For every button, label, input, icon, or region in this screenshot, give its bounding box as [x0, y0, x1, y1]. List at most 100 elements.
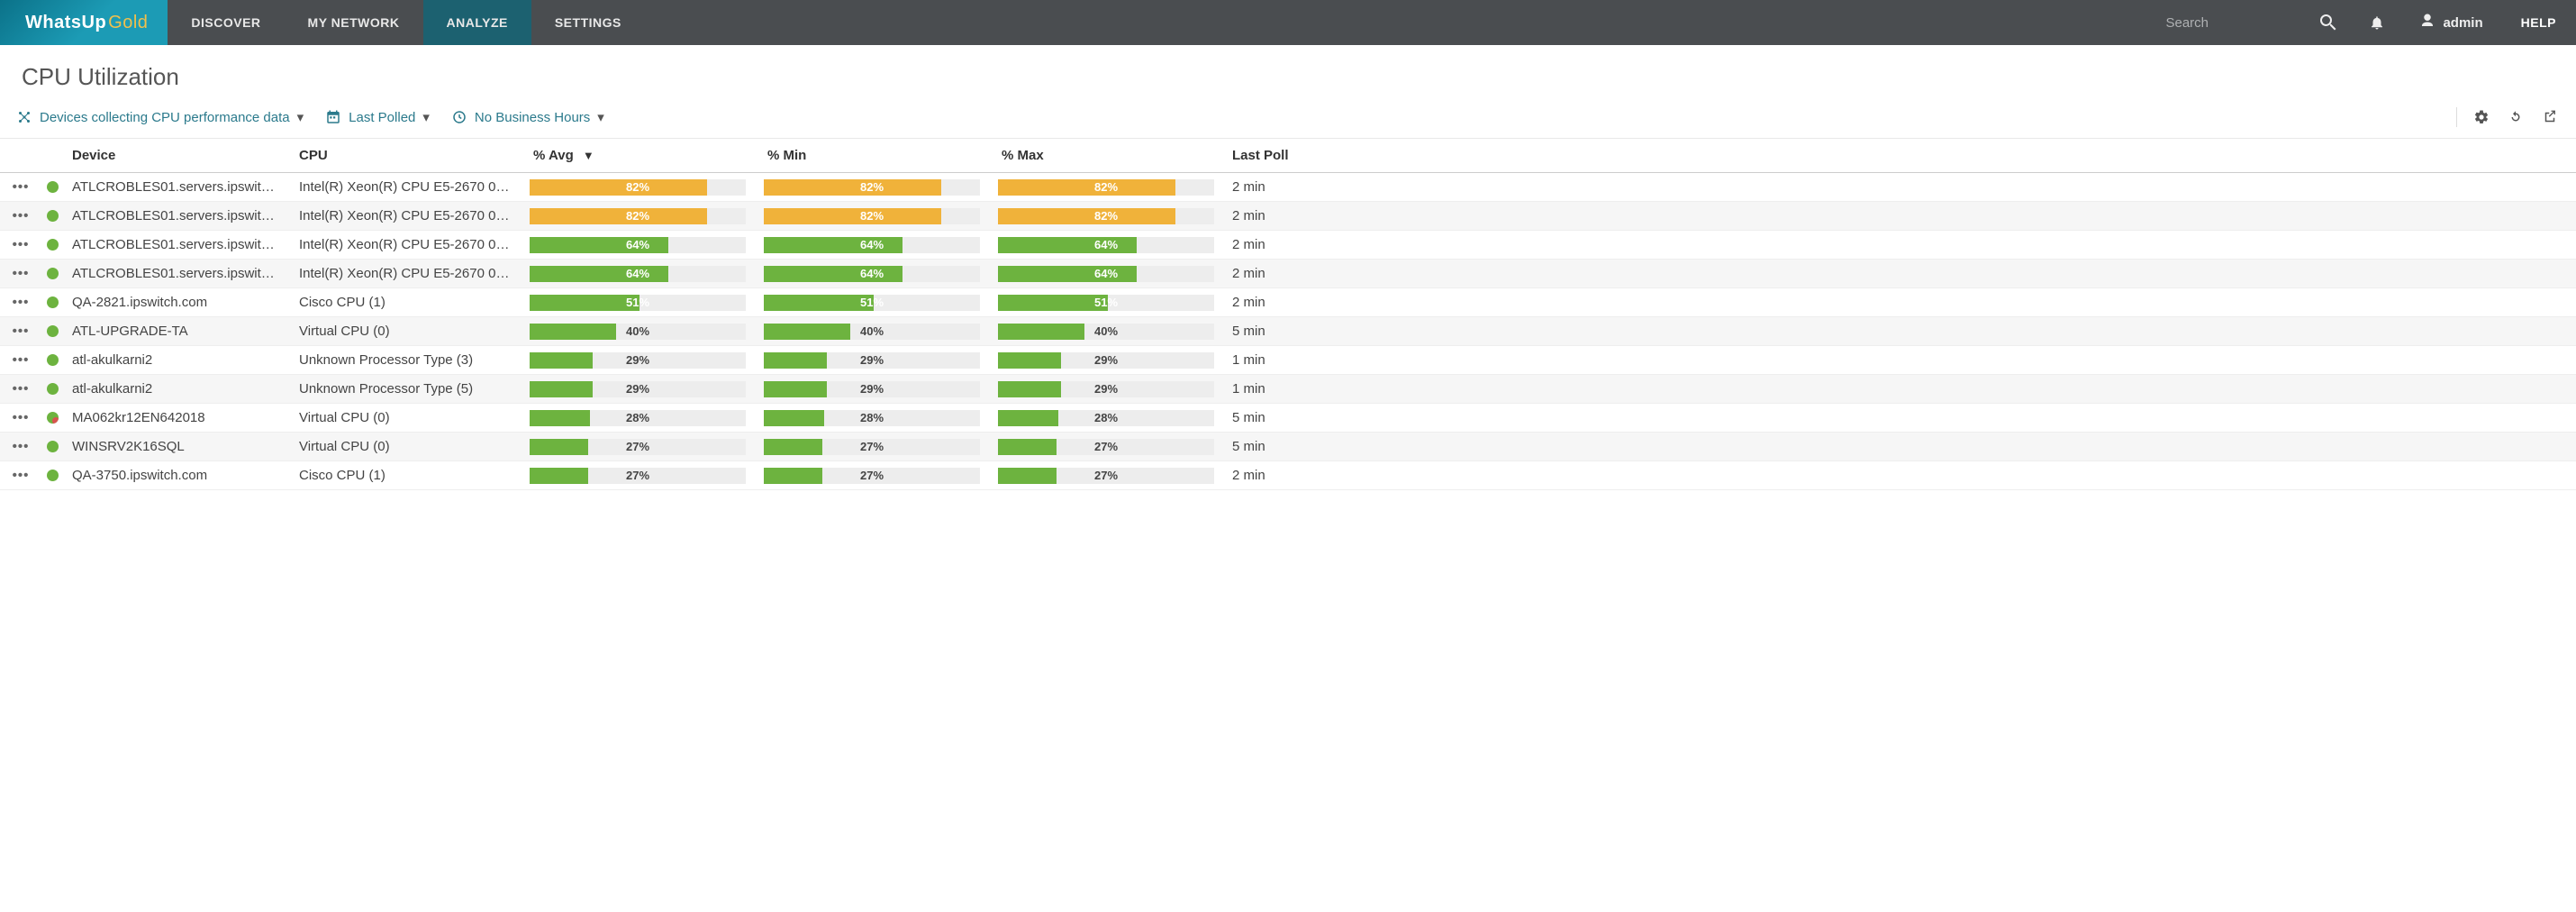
- device-name[interactable]: atl-akulkarni2: [63, 381, 290, 397]
- table-row[interactable]: •••ATLCROBLES01.servers.ipswitch....Inte…: [0, 231, 2576, 260]
- table-row[interactable]: •••atl-akulkarni2Unknown Processor Type …: [0, 375, 2576, 404]
- status-dot: [47, 383, 59, 395]
- table-row[interactable]: •••ATL-UPGRADE-TAVirtual CPU (0)40%40%40…: [0, 317, 2576, 346]
- table-row[interactable]: •••WINSRV2K16SQLVirtual CPU (0)27%27%27%…: [0, 433, 2576, 461]
- table-row[interactable]: •••ATLCROBLES01.servers.ipswitch....Inte…: [0, 173, 2576, 202]
- percent-value: 40%: [998, 324, 1214, 340]
- table-row[interactable]: •••atl-akulkarni2Unknown Processor Type …: [0, 346, 2576, 375]
- nav-item-analyze[interactable]: ANALYZE: [423, 0, 531, 45]
- percent-value: 51%: [764, 295, 980, 311]
- percent-value: 28%: [998, 410, 1214, 426]
- search-input[interactable]: [2165, 15, 2291, 31]
- filter-devices[interactable]: Devices collecting CPU performance data …: [16, 109, 304, 125]
- row-actions-icon[interactable]: •••: [0, 468, 41, 483]
- device-name[interactable]: atl-akulkarni2: [63, 352, 290, 368]
- row-actions-icon[interactable]: •••: [0, 352, 41, 368]
- row-actions-icon[interactable]: •••: [0, 381, 41, 397]
- percent-value: 40%: [530, 324, 746, 340]
- percent-value: 27%: [764, 468, 980, 484]
- help-link[interactable]: HELP: [2501, 0, 2576, 45]
- col-avg[interactable]: % Avg ▼: [521, 148, 755, 163]
- grid-header: Device CPU % Avg ▼ % Min % Max Last Poll: [0, 139, 2576, 173]
- nav-item-my-network[interactable]: MY NETWORK: [285, 0, 423, 45]
- row-actions-icon[interactable]: •••: [0, 179, 41, 195]
- last-poll: 2 min: [1223, 266, 2576, 281]
- filter-devices-label: Devices collecting CPU performance data: [40, 110, 290, 125]
- percent-bar: 27%: [989, 439, 1223, 455]
- percent-bar: 29%: [989, 381, 1223, 397]
- percent-value: 51%: [998, 295, 1214, 311]
- percent-value: 82%: [764, 179, 980, 196]
- product-logo[interactable]: WhatsUp Gold: [0, 0, 168, 45]
- device-name[interactable]: ATLCROBLES01.servers.ipswitch....: [63, 266, 290, 281]
- device-name[interactable]: ATLCROBLES01.servers.ipswitch....: [63, 237, 290, 252]
- filter-last-polled[interactable]: Last Polled ▾: [325, 109, 430, 125]
- export-icon[interactable]: [2540, 107, 2560, 127]
- filter-business-hours[interactable]: No Business Hours ▾: [451, 109, 604, 125]
- table-row[interactable]: •••QA-2821.ipswitch.comCisco CPU (1)51%5…: [0, 288, 2576, 317]
- devices-icon: [16, 109, 32, 125]
- bell-icon[interactable]: [2353, 0, 2401, 45]
- logo-text-main: WhatsUp: [25, 13, 106, 33]
- cpu-name: Intel(R) Xeon(R) CPU E5-2670 0 @ 2.6...: [290, 208, 521, 223]
- percent-bar: 82%: [521, 208, 755, 224]
- filter-hours-label: No Business Hours: [475, 110, 590, 125]
- percent-bar: 29%: [989, 352, 1223, 369]
- percent-value: 27%: [998, 439, 1214, 455]
- global-search[interactable]: [2153, 0, 2304, 45]
- row-actions-icon[interactable]: •••: [0, 237, 41, 252]
- table-row[interactable]: •••QA-3750.ipswitch.comCisco CPU (1)27%2…: [0, 461, 2576, 490]
- device-name[interactable]: QA-3750.ipswitch.com: [63, 468, 290, 483]
- last-poll: 5 min: [1223, 324, 2576, 339]
- table-row[interactable]: ••• ATLCROBLES01.servers.ipswitch....Inte…: [0, 202, 2576, 231]
- device-name[interactable]: ATLCROBLES01.servers.ipswitch....: [63, 208, 290, 223]
- percent-value: 27%: [764, 439, 980, 455]
- user-menu[interactable]: admin: [2401, 0, 2500, 45]
- device-name[interactable]: ATLCROBLES01.servers.ipswitch....: [63, 179, 290, 195]
- last-poll: 2 min: [1223, 295, 2576, 310]
- percent-bar: 51%: [989, 295, 1223, 311]
- device-name[interactable]: QA-2821.ipswitch.com: [63, 295, 290, 310]
- nav-item-discover[interactable]: DISCOVER: [168, 0, 284, 45]
- row-actions-icon[interactable]: •••: [0, 439, 41, 454]
- percent-value: 64%: [764, 266, 980, 282]
- topbar: WhatsUp Gold DISCOVERMY NETWORKANALYZESE…: [0, 0, 2576, 45]
- sort-desc-icon: ▼: [583, 149, 594, 162]
- nav-item-settings[interactable]: SETTINGS: [531, 0, 645, 45]
- col-last-poll[interactable]: Last Poll: [1223, 148, 2576, 163]
- refresh-icon[interactable]: [2506, 107, 2526, 127]
- gear-icon[interactable]: [2472, 107, 2491, 127]
- percent-bar: 82%: [755, 179, 989, 196]
- row-actions-icon[interactable]: •••: [0, 324, 41, 339]
- status-dot: [47, 181, 59, 193]
- percent-bar: 64%: [755, 237, 989, 253]
- row-actions-icon[interactable]: •••: [0, 295, 41, 310]
- row-actions-icon[interactable]: •••: [0, 266, 41, 281]
- row-actions-icon[interactable]: •••: [0, 410, 41, 425]
- device-name[interactable]: MA062kr12EN642018: [63, 410, 290, 425]
- search-icon[interactable]: [2304, 0, 2353, 45]
- col-cpu[interactable]: CPU: [290, 148, 521, 163]
- percent-value: 51%: [530, 295, 746, 311]
- percent-value: 64%: [530, 237, 746, 253]
- device-name[interactable]: WINSRV2K16SQL: [63, 439, 290, 454]
- table-row[interactable]: •••ATLCROBLES01.servers.ipswitch....Inte…: [0, 260, 2576, 288]
- cpu-name: Virtual CPU (0): [290, 439, 521, 454]
- percent-bar: 29%: [521, 352, 755, 369]
- user-name: admin: [2443, 15, 2482, 31]
- device-name[interactable]: ATL-UPGRADE-TA: [63, 324, 290, 339]
- calendar-icon: [325, 109, 341, 125]
- col-device[interactable]: Device: [63, 148, 290, 163]
- percent-value: 29%: [764, 381, 980, 397]
- percent-value: 40%: [764, 324, 980, 340]
- percent-bar: 82%: [521, 179, 755, 196]
- percent-bar: 64%: [755, 266, 989, 282]
- col-min[interactable]: % Min: [755, 148, 989, 163]
- table-row[interactable]: •••MA062kr12EN642018Virtual CPU (0)28%28…: [0, 404, 2576, 433]
- chevron-down-icon: ▾: [422, 109, 430, 125]
- row-actions-icon[interactable]: •••: [0, 208, 41, 223]
- cpu-utilization-grid: Device CPU % Avg ▼ % Min % Max Last Poll…: [0, 139, 2576, 490]
- col-max[interactable]: % Max: [989, 148, 1223, 163]
- last-poll: 1 min: [1223, 381, 2576, 397]
- percent-value: 27%: [998, 468, 1214, 484]
